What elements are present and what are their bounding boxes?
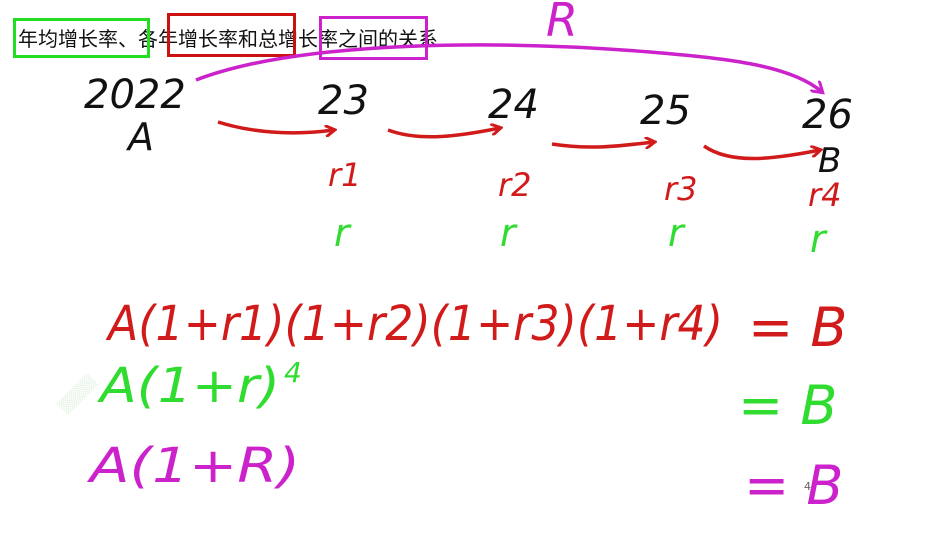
- equation-yearly-rhs: = B: [748, 296, 847, 359]
- average-rate-1: r: [334, 211, 352, 255]
- equation-average-lhs: A(1+r): [97, 358, 280, 414]
- equation-average-exponent: 4: [284, 356, 302, 389]
- yearly-rate-1: r1: [328, 156, 362, 194]
- watermark-mark: ▒▒▒▒: [56, 372, 99, 415]
- yearly-rate-3: r3: [664, 170, 698, 208]
- step-arrow-4: [703, 146, 820, 161]
- handwriting-layer: ▒▒▒▒ R 2022 23 24 25 26 A B r1 r2 r3 r4 …: [56, 0, 853, 517]
- year-24: 24: [488, 82, 539, 128]
- equation-yearly-lhs: A(1+r1)(1+r2)(1+r3)(1+r4): [105, 296, 723, 352]
- end-value-label: B: [818, 141, 841, 181]
- average-rate-3: r: [668, 211, 686, 255]
- year-23: 23: [318, 78, 369, 124]
- yearly-rate-4: r4: [808, 176, 842, 214]
- total-rate-symbol: R: [546, 0, 578, 47]
- whiteboard-canvas: 年均增长率、各年增长率和总增长率之间的关系 ▒▒▒▒ R 2022 23 24 …: [0, 0, 946, 554]
- year-2022: 2022: [84, 72, 186, 118]
- equation-total-rhs-mark: 4: [804, 480, 811, 493]
- average-rate-2: r: [500, 211, 518, 255]
- equation-total-rhs: = B: [744, 454, 843, 517]
- step-arrow-3: [551, 142, 654, 147]
- average-rate-4: r: [810, 217, 828, 261]
- year-25: 25: [640, 88, 691, 134]
- step-arrow-2: [387, 128, 500, 139]
- equation-total-lhs: A(1+R): [86, 438, 300, 494]
- year-26: 26: [802, 92, 853, 138]
- step-arrow-1: [217, 120, 334, 133]
- yearly-rate-2: r2: [498, 166, 532, 204]
- start-value-label: A: [125, 115, 154, 159]
- equation-average-rhs: = B: [738, 374, 837, 437]
